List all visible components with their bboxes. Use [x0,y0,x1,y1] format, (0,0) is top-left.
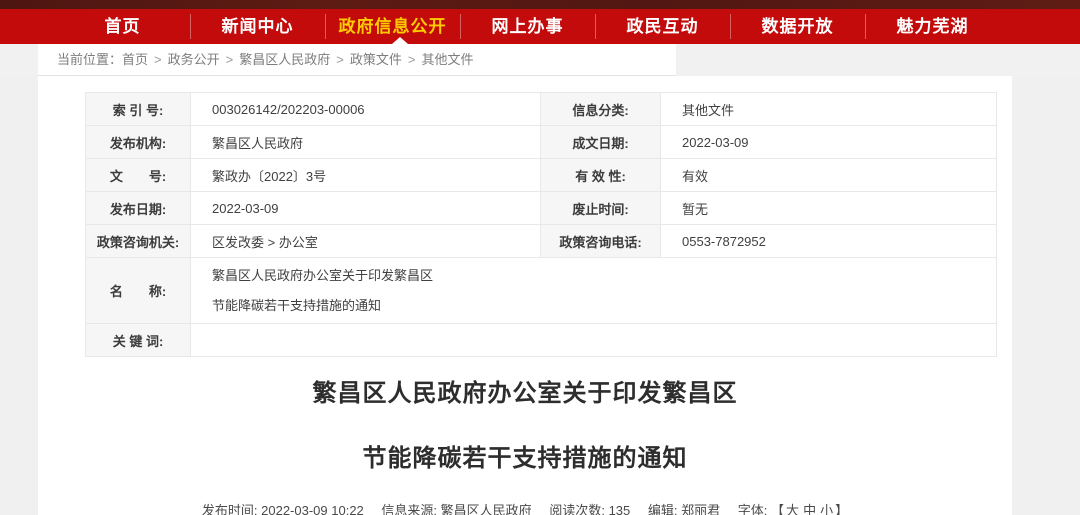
breadcrumb-separator: > [336,52,344,67]
font-size-control: 字体: 【大中小】 [738,503,848,515]
policy-consult-phone-value: 0553-7872952 [661,225,997,258]
breadcrumb-band: 当前位置：首页 > 政务公开 > 繁昌区人民政府 > 政策文件 > 其他文件 [0,44,1080,76]
info-source: 信息来源: 繁昌区人民政府 [381,503,531,515]
publish-time: 发布时间: 2022-03-09 10:22 [202,503,364,515]
table-row: 发布日期: 2022-03-09 废止时间: 暂无 [86,192,997,225]
breadcrumb-link-fanchang-gov[interactable]: 繁昌区人民政府 [239,52,330,67]
doc-name-line1: 繁昌区人民政府办公室关于印发繁昌区 [212,261,996,291]
doc-number-value: 繁政办〔2022〕3号 [191,159,541,192]
nav-item-charming-wuhu[interactable]: 魅力芜湖 [865,9,1000,44]
index-number-value: 003026142/202203-00006 [191,93,541,126]
table-row: 发布机构: 繁昌区人民政府 成文日期: 2022-03-09 [86,126,997,159]
bracket-open: 【 [771,503,784,515]
table-row: 索 引 号: 003026142/202203-00006 信息分类: 其他文件 [86,93,997,126]
keywords-label: 关 键 词: [86,324,191,357]
document-metadata-table: 索 引 号: 003026142/202203-00006 信息分类: 其他文件… [85,92,997,357]
article-meta-bar: 发布时间: 2022-03-09 10:22 信息来源: 繁昌区人民政府 阅读次… [38,500,1012,515]
breadcrumb: 当前位置：首页 > 政务公开 > 繁昌区人民政府 > 政策文件 > 其他文件 [38,44,676,76]
banner-bottom-strip [0,0,1080,9]
editor: 编辑: 郑丽君 [648,503,720,515]
nav-item-open-data[interactable]: 数据开放 [730,9,865,44]
doc-name-line2: 节能降碳若干支持措施的通知 [212,291,996,321]
repeal-date-label: 废止时间: [541,192,661,225]
breadcrumb-prefix: 当前位置： [57,52,122,67]
bracket-close: 】 [835,503,848,515]
policy-consult-agency-label: 政策咨询机关: [86,225,191,258]
keywords-value [191,324,997,357]
breadcrumb-link-home[interactable]: 首页 [122,52,148,67]
issuing-agency-label: 发布机构: [86,126,191,159]
article-title-line2: 节能降碳若干支持措施的通知 [38,445,1012,473]
index-number-label: 索 引 号: [86,93,191,126]
main-navigation: 首页 新闻中心 政府信息公开 网上办事 政民互动 数据开放 魅力芜湖 [0,9,1080,44]
table-row: 文 号: 繁政办〔2022〕3号 有 效 性: 有效 [86,159,997,192]
doc-name-label: 名 称: [86,258,191,324]
breadcrumb-separator: > [226,52,234,67]
article-title-line1: 繁昌区人民政府办公室关于印发繁昌区 [38,380,1012,408]
written-date-value: 2022-03-09 [661,126,997,159]
table-row: 政策咨询机关: 区发改委 > 办公室 政策咨询电话: 0553-7872952 [86,225,997,258]
publish-date-value: 2022-03-09 [191,192,541,225]
validity-label: 有 效 性: [541,159,661,192]
policy-consult-agency-value: 区发改委 > 办公室 [191,225,541,258]
font-size-small-button[interactable]: 小 [820,503,833,515]
publish-date-label: 发布日期: [86,192,191,225]
breadcrumb-separator: > [154,52,162,67]
written-date-label: 成文日期: [541,126,661,159]
nav-item-public-interaction[interactable]: 政民互动 [595,9,730,44]
nav-item-news-center[interactable]: 新闻中心 [190,9,325,44]
document-content-card: 索 引 号: 003026142/202203-00006 信息分类: 其他文件… [38,76,1012,515]
font-size-large-button[interactable]: 大 [786,503,799,515]
nav-item-home[interactable]: 首页 [55,9,190,44]
info-category-value: 其他文件 [661,93,997,126]
issuing-agency-value: 繁昌区人民政府 [191,126,541,159]
breadcrumb-separator: > [408,52,416,67]
doc-name-value: 繁昌区人民政府办公室关于印发繁昌区 节能降碳若干支持措施的通知 [191,258,997,324]
policy-consult-phone-label: 政策咨询电话: [541,225,661,258]
nav-items-container: 首页 新闻中心 政府信息公开 网上办事 政民互动 数据开放 魅力芜湖 [55,9,1000,44]
nav-item-online-services[interactable]: 网上办事 [460,9,595,44]
table-row: 名 称: 繁昌区人民政府办公室关于印发繁昌区 节能降碳若干支持措施的通知 [86,258,997,324]
font-size-medium-button[interactable]: 中 [803,503,816,515]
breadcrumb-link-other-files[interactable]: 其他文件 [421,52,473,67]
info-category-label: 信息分类: [541,93,661,126]
read-count: 阅读次数: 135 [549,503,630,515]
repeal-date-value: 暂无 [661,192,997,225]
validity-value: 有效 [661,159,997,192]
doc-number-label: 文 号: [86,159,191,192]
active-tab-pointer-icon [392,37,408,44]
breadcrumb-link-policy-files[interactable]: 政策文件 [350,52,402,67]
breadcrumb-link-gov-disclosure[interactable]: 政务公开 [168,52,220,67]
table-row: 关 键 词: [86,324,997,357]
